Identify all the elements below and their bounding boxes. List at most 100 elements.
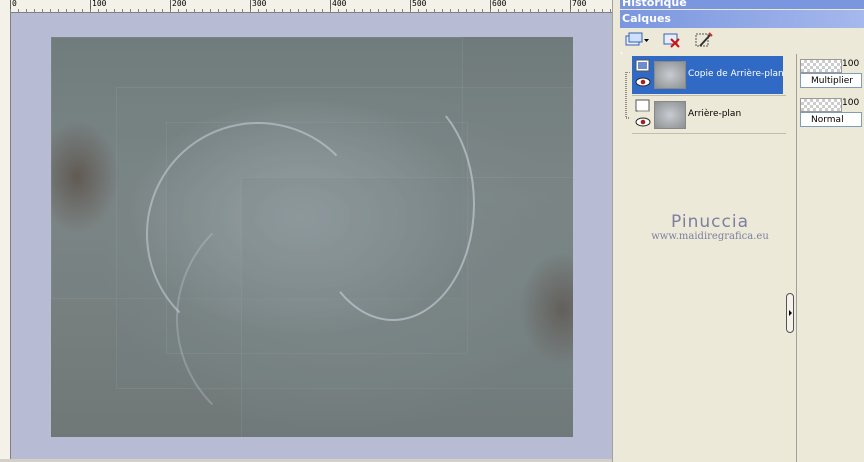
ruler-minor-tick [602, 9, 603, 12]
ruler-minor-tick [202, 9, 203, 12]
layer-row-icons [635, 99, 653, 131]
canvas-pane: 0 100 200 300 400 500 600 700 [0, 0, 614, 462]
ruler-minor-tick [154, 9, 155, 12]
ruler-minor-tick [506, 9, 507, 12]
layer-name: Arrière-plan [688, 109, 742, 119]
image-canvas[interactable] [51, 37, 573, 437]
ruler-minor-tick [394, 9, 395, 12]
ruler-minor-tick [210, 9, 211, 12]
ruler-minor-tick [178, 9, 179, 12]
ruler-minor-tick [242, 9, 243, 12]
opacity-value: 100 [842, 98, 860, 108]
ruler-minor-tick [562, 9, 563, 12]
ruler-minor-tick [514, 9, 515, 12]
layer-properties-button[interactable] [694, 31, 714, 49]
ruler-minor-tick [106, 9, 107, 12]
panel-splitter-handle[interactable] [786, 293, 794, 333]
ruler-minor-tick [418, 9, 419, 12]
ruler-minor-tick [266, 9, 267, 12]
ruler-minor-tick [362, 9, 363, 12]
layer-thumbnail [654, 61, 686, 89]
raster-layer-icon [635, 59, 650, 72]
ruler-minor-tick [274, 9, 275, 12]
ruler-minor-tick [522, 9, 523, 12]
ruler-minor-tick [34, 9, 35, 12]
ruler-minor-tick [18, 9, 19, 12]
visibility-eye-icon[interactable] [635, 116, 651, 128]
layer-group-bracket [625, 72, 630, 119]
ruler-label-500: 500 [412, 0, 427, 8]
ruler-minor-tick [386, 9, 387, 12]
layers-palette-title[interactable]: Calques [620, 10, 864, 28]
ruler-minor-tick [482, 9, 483, 12]
layer-props-copy: 100 Multiplier [800, 59, 864, 89]
layers-toolbar [620, 28, 864, 52]
layer-thumbnail [654, 101, 686, 129]
ruler-minor-tick [194, 9, 195, 12]
ruler-label-700: 700 [572, 0, 587, 8]
blend-mode-select[interactable]: Multiplier [800, 73, 862, 88]
ruler-minor-tick [130, 9, 131, 12]
ruler-minor-tick [410, 9, 411, 12]
ruler-minor-tick [250, 9, 251, 12]
opacity-value: 100 [842, 59, 860, 69]
ruler-minor-tick [122, 9, 123, 12]
ruler-minor-tick [170, 9, 171, 12]
ruler-minor-tick [298, 9, 299, 12]
ruler-minor-tick [490, 9, 491, 12]
ruler-label-400: 400 [332, 0, 347, 8]
ruler-label-300: 300 [252, 0, 267, 8]
ruler-minor-tick [258, 9, 259, 12]
new-layer-button[interactable] [624, 31, 650, 49]
ruler-minor-tick [498, 9, 499, 12]
ruler-minor-tick [234, 9, 235, 12]
ruler-minor-tick [146, 9, 147, 12]
chevron-right-icon [789, 310, 792, 316]
blend-mode-select[interactable]: Normal [800, 112, 862, 127]
ruler-minor-tick [530, 9, 531, 12]
ruler-minor-tick [314, 9, 315, 12]
new-layer-icon [625, 32, 649, 46]
layer-row-background[interactable]: Arrière-plan [632, 96, 783, 134]
ruler-minor-tick [306, 9, 307, 12]
opacity-slider[interactable] [800, 98, 842, 112]
opacity-slider[interactable] [800, 59, 842, 73]
ruler-minor-tick [458, 9, 459, 12]
ruler-minor-tick [434, 9, 435, 12]
ruler-minor-tick [226, 9, 227, 12]
layer-properties-column: 100 Multiplier 100 Normal [796, 54, 864, 462]
ruler-minor-tick [370, 9, 371, 12]
history-palette-title[interactable]: Historique [620, 0, 864, 9]
ruler-minor-tick [66, 9, 67, 12]
layer-properties-icon [695, 32, 713, 47]
visibility-eye-icon[interactable] [635, 76, 651, 88]
swirl-stroke [176, 197, 420, 437]
ruler-minor-tick [594, 9, 595, 12]
vertical-ruler [0, 12, 11, 462]
ruler-minor-tick [354, 9, 355, 12]
ruler-minor-tick [218, 9, 219, 12]
layer-row-copy[interactable]: Copie de Arrière-plan [632, 56, 784, 94]
ruler-minor-tick [26, 9, 27, 12]
ruler-minor-tick [546, 9, 547, 12]
ruler-minor-tick [322, 9, 323, 12]
ruler-minor-tick [330, 9, 331, 12]
canvas-workspace[interactable] [11, 13, 610, 459]
ruler-minor-tick [378, 9, 379, 12]
ruler-label-200: 200 [172, 0, 187, 8]
ruler-minor-tick [290, 9, 291, 12]
row-separator [632, 133, 786, 134]
layer-name: Copie de Arrière-plan [688, 69, 784, 79]
layer-row-icons [635, 59, 653, 91]
ruler-minor-tick [610, 9, 611, 12]
ruler-minor-tick [138, 9, 139, 12]
ruler-minor-tick [114, 9, 115, 12]
watermark-name: Pinuccia [671, 212, 749, 232]
ruler-minor-tick [186, 9, 187, 12]
delete-layer-button[interactable] [662, 31, 682, 49]
ruler-minor-tick [554, 9, 555, 12]
horizontal-ruler: 0 100 200 300 400 500 600 700 [10, 0, 614, 13]
watermark-url: www.maidiregrafica.eu [651, 231, 769, 242]
ruler-minor-tick [338, 9, 339, 12]
ruler-minor-tick [586, 9, 587, 12]
